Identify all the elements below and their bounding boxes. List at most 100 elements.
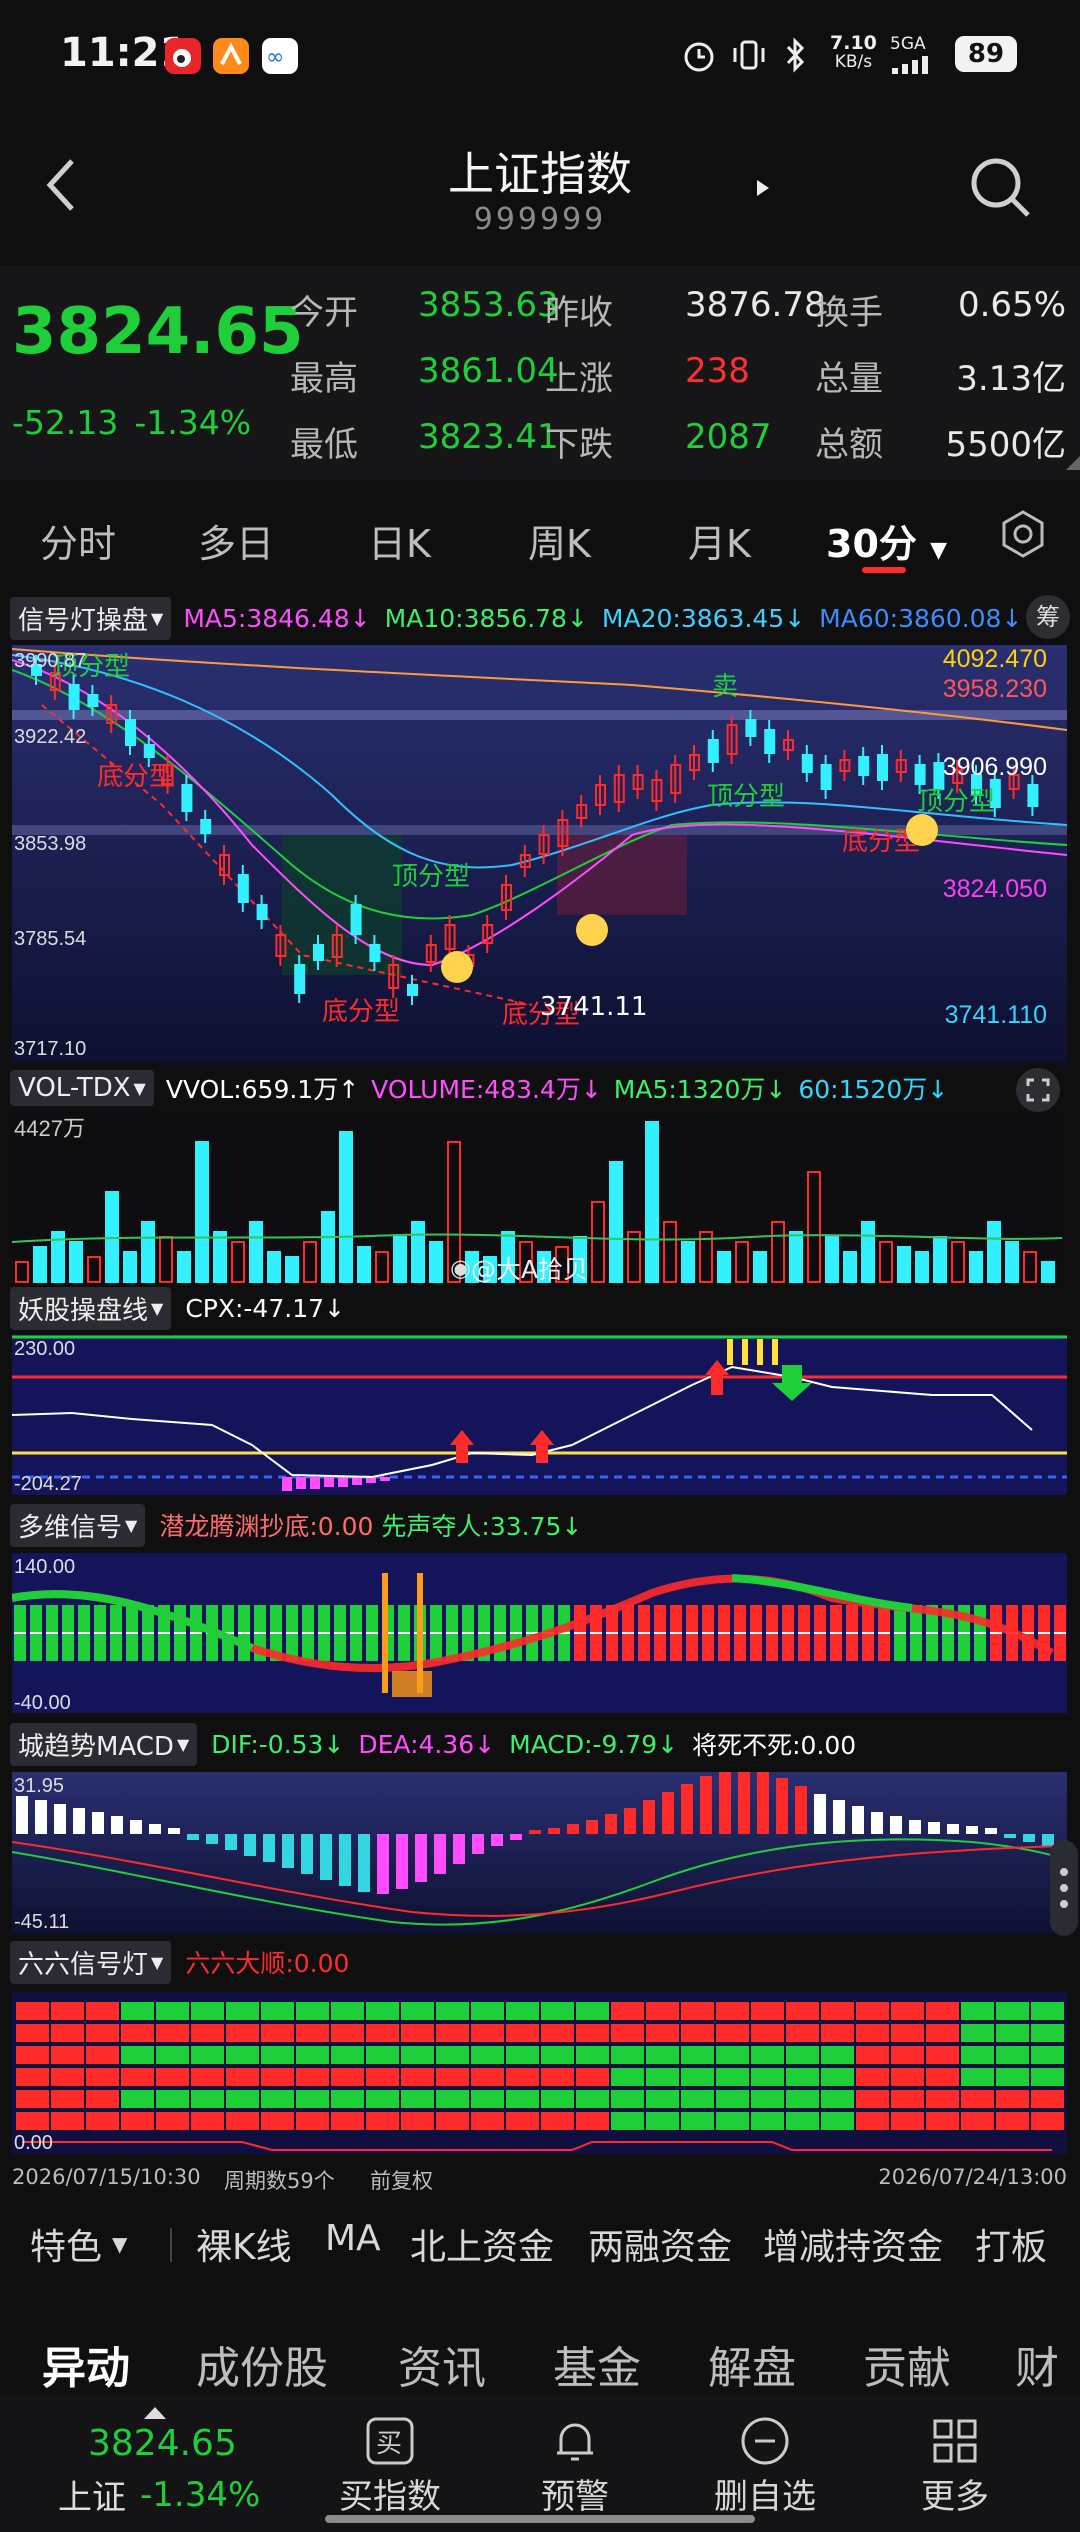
six-signal-cell bbox=[961, 2068, 994, 2086]
fullscreen-button[interactable] bbox=[1016, 1068, 1060, 1112]
tab-movements[interactable]: 异动 bbox=[42, 2332, 130, 2396]
period-count: 周期数59个 bbox=[224, 2169, 335, 2193]
tab-multiday[interactable]: 多日 bbox=[198, 513, 274, 568]
six-signal-cell bbox=[401, 2002, 434, 2020]
alert-button[interactable]: 预警 bbox=[500, 2405, 650, 2525]
six-signal-cell bbox=[996, 2046, 1029, 2064]
volume-bar bbox=[915, 1251, 929, 1283]
six-signal-chart[interactable]: 0.00 bbox=[12, 1992, 1067, 2154]
remove-watchlist-button[interactable]: 删自选 bbox=[690, 2405, 840, 2525]
six-signal-cell bbox=[471, 2046, 504, 2064]
six-signal-cell bbox=[261, 2068, 294, 2086]
six-signal-cell bbox=[541, 2024, 574, 2042]
volume-indicator-bar: VOL-TDX ▼ VVOL:659.1万↑ VOLUME:483.4万↓ MA5:… bbox=[10, 1068, 1070, 1112]
status-bar: 11:21 ∞ 7.10 KB/s 5GA 89 bbox=[0, 0, 1080, 110]
six-signal-cell bbox=[611, 2046, 644, 2064]
tab-monthly-k[interactable]: 月K bbox=[688, 513, 751, 568]
tab-news[interactable]: 资讯 bbox=[398, 2332, 486, 2396]
price-change: -52.13 -1.34% bbox=[12, 403, 251, 442]
volume-bar bbox=[753, 1251, 767, 1283]
index-percent: -1.34% bbox=[140, 2474, 261, 2515]
six-signal-cell bbox=[891, 2002, 924, 2020]
chart-settings-button[interactable] bbox=[998, 509, 1048, 563]
feature-limit-up[interactable]: 打板 bbox=[975, 2218, 1047, 2270]
index-quote-button[interactable]: 3824.65 上证 -1.34% bbox=[30, 2405, 280, 2525]
expand-corner-icon[interactable] bbox=[1066, 455, 1080, 474]
buy-index-button[interactable]: 买 买指数 bbox=[310, 2405, 470, 2525]
tab-30min[interactable]: 30分 ▼ bbox=[826, 513, 947, 568]
macd-histogram-bar bbox=[738, 1772, 750, 1834]
home-indicator[interactable] bbox=[325, 2515, 755, 2523]
net-speed-value: 7.10 bbox=[830, 32, 877, 54]
bell-icon bbox=[557, 2423, 593, 2461]
six-signal-cell bbox=[16, 2002, 49, 2020]
feature-ma[interactable]: MA bbox=[325, 2218, 381, 2259]
six-signal-cell bbox=[121, 2090, 154, 2108]
six-signal-cell bbox=[506, 2068, 539, 2086]
tab-constituents[interactable]: 成份股 bbox=[196, 2332, 328, 2396]
search-button[interactable] bbox=[968, 155, 1034, 225]
six-signal-cell bbox=[786, 2090, 819, 2108]
macd-histogram-bar bbox=[206, 1834, 218, 1844]
six-indicator-select[interactable]: 六六信号灯 ▼ bbox=[10, 1940, 172, 1984]
feature-special[interactable]: 特色 ▼ bbox=[30, 2218, 127, 2270]
quote-value: 238 bbox=[685, 351, 750, 391]
chevron-down-icon: ▼ bbox=[151, 1298, 164, 1318]
chevron-down-icon: ▼ bbox=[176, 1734, 190, 1754]
six-signal-cell bbox=[121, 2002, 154, 2020]
macd-chart[interactable]: 31.95 -45.11 bbox=[12, 1772, 1067, 1934]
six-signal-cell bbox=[541, 2090, 574, 2108]
volume-indicator-select[interactable]: VOL-TDX ▼ bbox=[10, 1070, 154, 1106]
volume-bar bbox=[177, 1251, 191, 1283]
six-signal-cell bbox=[856, 2090, 889, 2108]
volume-bar bbox=[195, 1141, 209, 1283]
six-signal-cell bbox=[86, 2024, 119, 2042]
tab-intraday[interactable]: 分时 bbox=[40, 513, 116, 568]
cpx-chart[interactable]: 230.00 -204.27 bbox=[12, 1335, 1067, 1495]
volume-bar bbox=[861, 1221, 875, 1283]
six-signal-cell bbox=[156, 2024, 189, 2042]
feature-holdings-change[interactable]: 增减持资金 bbox=[763, 2218, 943, 2270]
chart-annotation: 顶分型 bbox=[392, 862, 470, 892]
six-signal-cell bbox=[86, 2090, 119, 2108]
svg-text:买: 买 bbox=[376, 2429, 402, 2459]
macd-histogram-bar bbox=[130, 1820, 142, 1834]
feature-naked-k[interactable]: 裸K线 bbox=[196, 2218, 292, 2270]
feature-margin[interactable]: 两融资金 bbox=[588, 2218, 732, 2270]
candlestick-chart[interactable]: 顶分型底分型顶分型底分型 底分型顶分型 顶分型底分型卖3741.11 3990.87… bbox=[12, 645, 1067, 1063]
six-signal-cell bbox=[86, 2112, 119, 2130]
six-signal-cell bbox=[226, 2024, 259, 2042]
macd-histogram-bar bbox=[73, 1808, 85, 1834]
macd-histogram-bar bbox=[301, 1834, 313, 1874]
tab-funds[interactable]: 基金 bbox=[553, 2332, 641, 2396]
macd-histogram-bar bbox=[757, 1772, 769, 1834]
tab-analysis[interactable]: 解盘 bbox=[708, 2332, 796, 2396]
tab-daily-k[interactable]: 日K bbox=[368, 513, 431, 568]
cpx-value: CPX:-47.17↓ bbox=[185, 1293, 345, 1323]
chips-button[interactable]: 筹 bbox=[1026, 595, 1070, 639]
macd-values: DIF:-0.53↓ DEA:4.36↓ MACD:-9.79↓ 将死不死:0.00 bbox=[211, 1726, 856, 1762]
cpx-indicator-select[interactable]: 妖股操盘线 ▼ bbox=[10, 1286, 172, 1330]
tab-weekly-k[interactable]: 周K bbox=[528, 513, 591, 568]
six-signal-cell bbox=[331, 2046, 364, 2064]
six-signal-cell bbox=[226, 2046, 259, 2064]
buy-index-label: 买指数 bbox=[339, 2477, 441, 2517]
more-options-handle[interactable] bbox=[1050, 1840, 1078, 1936]
next-stock-button[interactable] bbox=[755, 178, 771, 202]
more-button[interactable]: 更多 bbox=[880, 2405, 1030, 2525]
multi-indicator-select[interactable]: 多维信号 ▼ bbox=[10, 1503, 146, 1547]
feature-northbound[interactable]: 北上资金 bbox=[410, 2218, 554, 2270]
macd-indicator-select[interactable]: 城趋势MACD ▼ bbox=[10, 1722, 198, 1766]
six-signal-cell bbox=[506, 2112, 539, 2130]
bottom-toolbar: 3824.65 上证 -1.34% 买 买指数 预警 删自选 更多 bbox=[0, 2395, 1080, 2532]
adjust-mode[interactable]: 前复权 bbox=[370, 2165, 433, 2195]
tab-contribution[interactable]: 贡献 bbox=[863, 2332, 951, 2396]
cpx-indicator-name: 妖股操盘线 bbox=[18, 1295, 149, 1326]
six-signal-cell bbox=[891, 2112, 924, 2130]
multi-signal-chart[interactable]: 140.00 -40.00 bbox=[12, 1553, 1067, 1713]
divider bbox=[170, 2228, 172, 2262]
multi-value-1: 先声夺人:33.75↓ bbox=[381, 1512, 583, 1541]
six-signal-cell bbox=[331, 2090, 364, 2108]
candle-body bbox=[1027, 784, 1039, 807]
main-indicator-select[interactable]: 信号灯操盘 ▼ bbox=[10, 596, 172, 640]
